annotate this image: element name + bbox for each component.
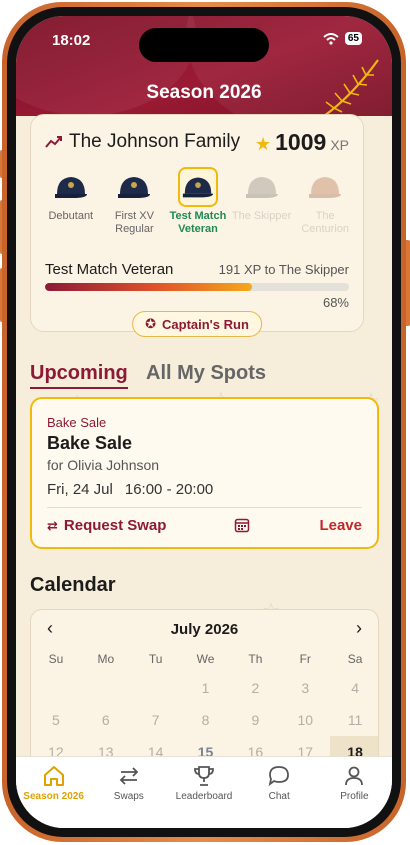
calendar-day[interactable]: 3 [280,672,330,704]
chat-bubble-icon [268,766,290,787]
nav-leaderboard[interactable]: Leaderboard [166,763,241,828]
request-swap-label: Request Swap [63,517,167,534]
person-icon [345,766,364,786]
swap-icon: ⇄ [47,517,58,533]
nav-chat[interactable]: Chat [242,763,317,828]
trending-up-icon [45,136,62,148]
badge-debutant[interactable]: Debutant [39,167,103,236]
family-name: The Johnson Family [69,131,241,152]
xp-to-next-level: 191 XP to The Skipper [218,262,349,277]
event-when: Fri, 24 Jul 16:00 - 20:00 [47,481,213,498]
weekday-header: Su Mo Tu We Th Fr Sa [31,652,378,666]
weekday-label: Th [248,652,263,666]
calendar-day[interactable]: 5 [31,704,81,736]
leave-button[interactable]: Leave [319,517,362,534]
badge-the-centurion[interactable]: The Centurion [293,167,357,236]
bottom-nav: Season 2026 Swaps Leaderboard Chat Profi… [16,756,392,828]
calendar-week: 1 2 3 4 [31,672,378,704]
nav-season[interactable]: Season 2026 [16,763,91,828]
weekday-label: Fr [299,652,311,666]
weekday-label: Sa [347,652,363,666]
xp-unit: XP [330,137,349,153]
event-date: Fri, 24 Jul [47,481,113,498]
nav-label: Swaps [113,791,144,802]
calendar-day[interactable]: 11 [330,704,378,736]
calendar-day[interactable]: 2 [230,672,280,704]
cap-icon [54,177,87,198]
request-swap-button[interactable]: ⇄ Request Swap [47,517,166,534]
calendar-month: July 2026 [170,621,239,638]
badge-first-xv-regular[interactable]: First XV Regular [103,167,167,236]
calendar-day[interactable]: 4 [330,672,378,704]
wifi-icon [323,32,339,45]
trophy-icon [194,766,214,786]
calendar-day[interactable]: 6 [81,704,131,736]
phone-frame: 18:02 65 Season 2026 ☆ ☆ ☆ ☆ The John [2,2,406,842]
weekday-label: Tu [148,652,163,666]
captains-run-button[interactable]: ✪ Captain's Run [132,311,262,337]
nav-label: Season 2026 [23,791,84,802]
calendar-day[interactable] [31,672,81,704]
event-for: for Olivia Johnson [47,457,160,473]
medal-icon: ✪ [145,316,157,331]
nav-swaps[interactable]: Swaps [91,763,166,828]
tab-all-my-spots[interactable]: All My Spots [146,362,266,385]
badge-label: The Centurion [301,210,350,235]
badge-label: The Skipper [231,210,292,222]
progress-percent: 68% [322,295,349,310]
phone-bezel: 18:02 65 Season 2026 ☆ ☆ ☆ ☆ The John [7,7,401,837]
season-header: 18:02 65 Season 2026 [16,16,392,136]
nav-label: Leaderboard [175,791,233,802]
xp-total: ★ 1009 XP [255,129,349,156]
cap-icon [182,177,214,198]
tab-upcoming[interactable]: Upcoming [30,362,128,389]
calendar-day[interactable]: 7 [131,704,181,736]
calendar-title: Calendar [30,574,116,596]
badge-label: First XV Regular [114,210,154,235]
star-icon: ★ [255,134,272,154]
event-time: 16:00 - 20:00 [124,481,214,498]
cap-icon [118,177,151,198]
nav-label: Profile [340,791,369,802]
badge-the-skipper[interactable]: The Skipper [230,167,294,236]
home-icon [43,766,64,786]
badge-label: Test Match Veteran [169,210,227,235]
app-screen: 18:02 65 Season 2026 ☆ ☆ ☆ ☆ The John [16,16,392,828]
captains-run-label: Captain's Run [162,316,249,332]
add-to-calendar-icon[interactable] [234,517,250,533]
calendar-day[interactable]: 8 [181,704,231,736]
cap-icon [245,177,278,198]
progress-fill [45,283,252,291]
level-progress-bar [45,283,349,291]
status-bar: 18:02 65 [52,30,362,50]
weekday-label: Su [48,652,64,666]
weekday-label: Mo [97,652,115,666]
battery-icon: 65 [344,32,362,45]
calendar-week: 5 6 7 8 9 10 11 [31,704,378,736]
calendar-day[interactable] [81,672,131,704]
current-level: Test Match Veteran [45,261,174,278]
level-badges: Debutant First XV Regular Test Match Vet… [39,167,357,236]
calendar-day[interactable] [131,672,181,704]
family-progress-card: The Johnson Family ★ 1009 XP Debutant Fi… [30,114,364,337]
weekday-label: We [196,652,215,666]
cap-icon [309,177,342,198]
swap-arrows-icon [119,767,139,785]
badge-test-match-veteran[interactable]: Test Match Veteran [166,167,230,236]
page-title: Season 2026 [146,82,262,103]
calendar-day[interactable]: 10 [280,704,330,736]
divider [47,507,362,508]
status-time: 18:02 [52,32,91,49]
badge-label: Debutant [48,210,94,222]
nav-profile[interactable]: Profile [317,763,392,828]
calendar-day[interactable]: 1 [181,672,231,704]
upcoming-event-card[interactable]: Bake Sale Bake Sale for Olivia Johnson F… [30,397,379,549]
xp-value: 1009 [275,129,327,155]
event-category: Bake Sale [47,415,107,430]
event-title: Bake Sale [47,433,133,453]
calendar-day[interactable]: 9 [230,704,280,736]
chevron-right-icon[interactable]: › [356,618,362,639]
nav-label: Chat [268,791,290,802]
